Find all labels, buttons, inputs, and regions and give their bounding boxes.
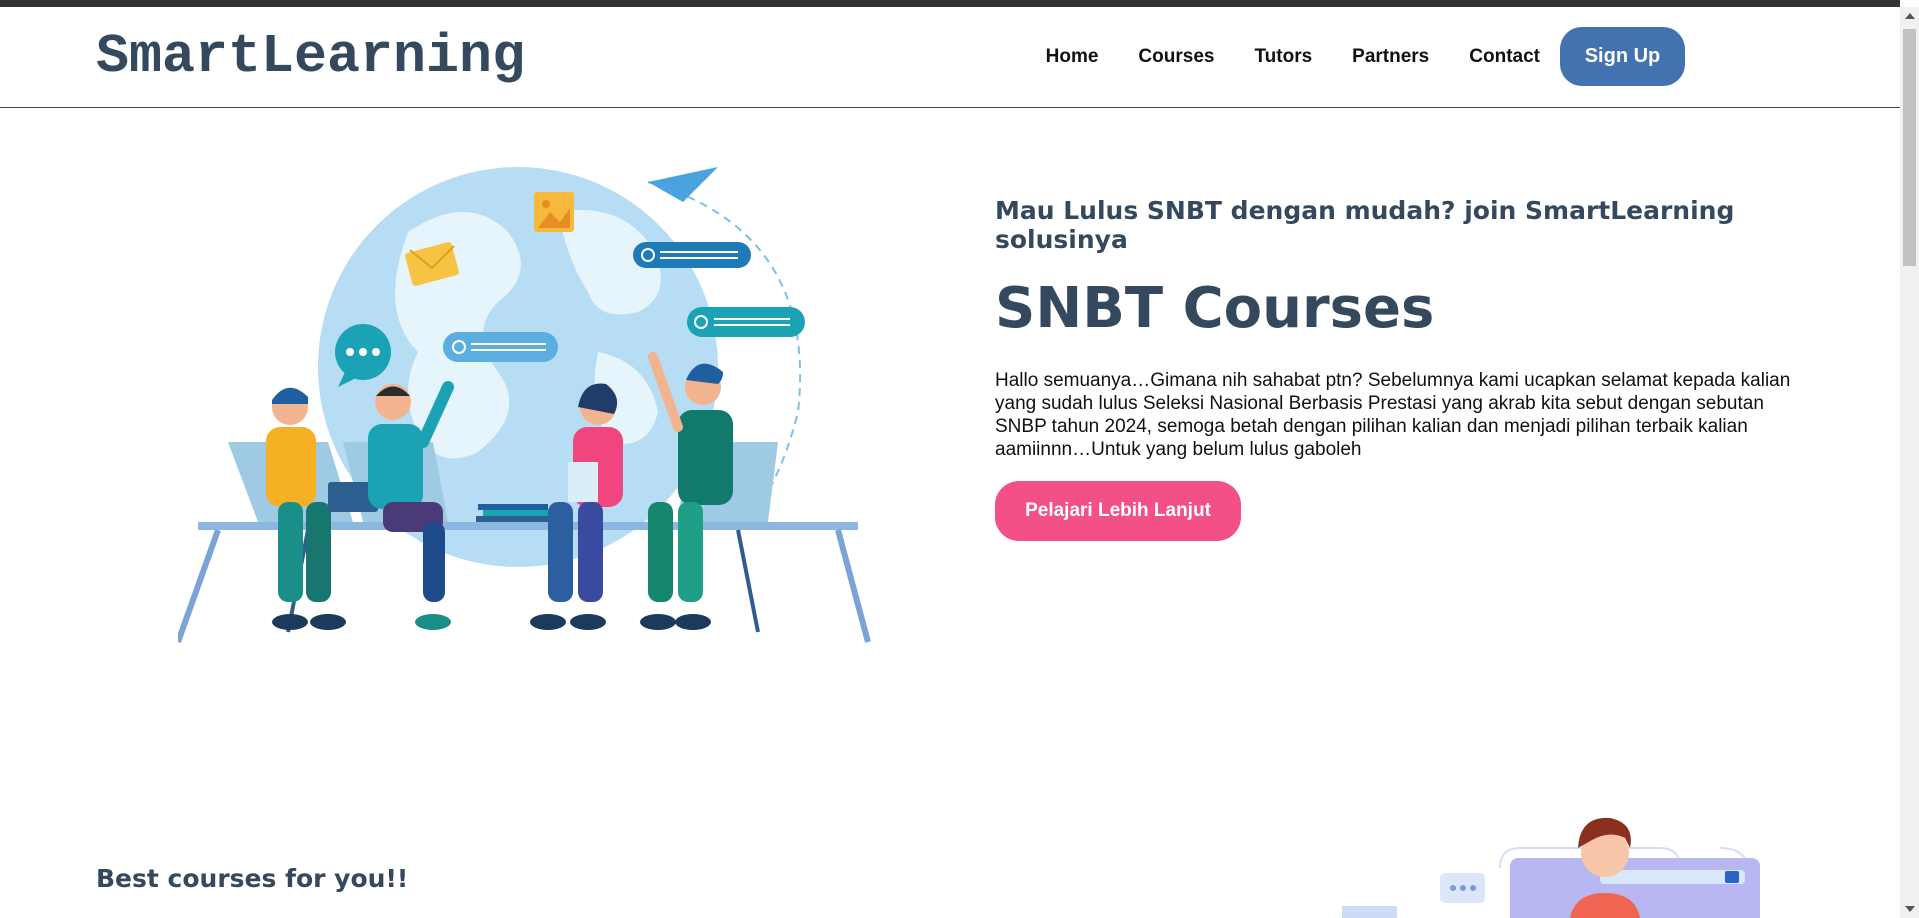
browser-top-bar: [0, 0, 1900, 7]
paper-plane-icon: [648, 167, 718, 202]
nav-contact[interactable]: Contact: [1469, 46, 1540, 68]
page-scrollbar[interactable]: [1900, 7, 1919, 918]
hero-subtitle: Mau Lulus SNBT dengan mudah? join SmartL…: [995, 196, 1735, 254]
nav-partners[interactable]: Partners: [1352, 46, 1429, 68]
chat-bubble: [633, 242, 751, 268]
chat-bubble: [443, 332, 558, 362]
hero-title: SNBT Courses: [995, 276, 1435, 341]
main-nav: Home Courses Tutors Partners Contact Sig…: [1006, 27, 1685, 86]
chat-bubble: [687, 307, 805, 337]
hero-illustration: [178, 167, 871, 644]
best-courses-heading: Best courses for you!!: [96, 864, 409, 893]
hero-section: Mau Lulus SNBT dengan mudah? join SmartL…: [995, 196, 1795, 541]
nav-courses[interactable]: Courses: [1138, 46, 1214, 68]
courses-illustration: [1342, 817, 1760, 918]
scroll-up-arrow-icon[interactable]: [1905, 13, 1915, 19]
scroll-thumb[interactable]: [1903, 29, 1916, 266]
scroll-down-arrow-icon[interactable]: [1905, 906, 1915, 912]
nav-home[interactable]: Home: [1046, 46, 1099, 68]
site-header: SmartLearning Home Courses Tutors Partne…: [0, 7, 1900, 108]
hero-description: Hallo semuanya…Gimana nih sahabat ptn? S…: [995, 370, 1791, 460]
nav-tutors[interactable]: Tutors: [1254, 46, 1312, 68]
learn-more-button[interactable]: Pelajari Lebih Lanjut: [995, 481, 1241, 541]
brand-logo[interactable]: SmartLearning: [96, 25, 525, 88]
signup-button[interactable]: Sign Up: [1560, 27, 1685, 86]
